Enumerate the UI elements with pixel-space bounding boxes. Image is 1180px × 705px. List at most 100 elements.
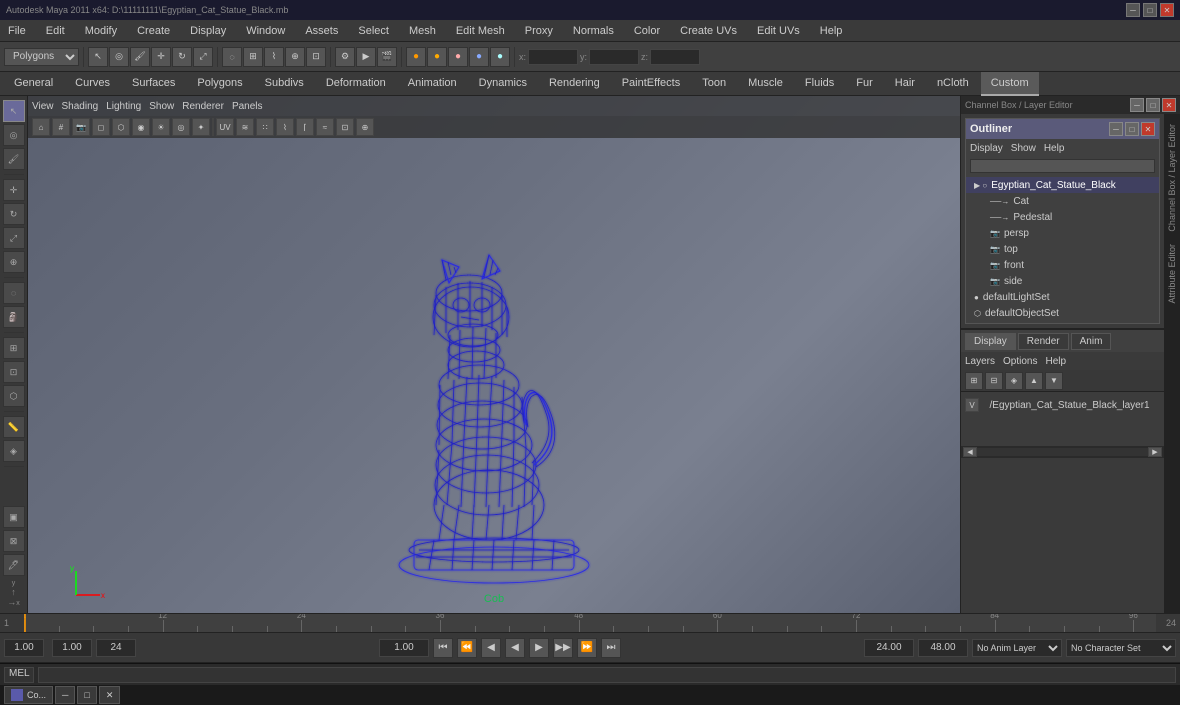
maximize-button[interactable]: □	[1143, 3, 1157, 17]
menu-edit-uvs[interactable]: Edit UVs	[753, 23, 804, 39]
taskbar-close[interactable]: ✕	[99, 686, 121, 704]
outliner-item-3[interactable]: 📷 persp	[966, 225, 1159, 241]
menu-edit[interactable]: Edit	[42, 23, 69, 39]
outliner-item-5[interactable]: 📷 front	[966, 257, 1159, 273]
dra-tab-anim[interactable]: Anim	[1071, 333, 1112, 350]
layer-item[interactable]: V /Egyptian_Cat_Statue_Black_layer1	[965, 396, 1160, 414]
lt-universal[interactable]: ⊕	[3, 251, 25, 273]
vp-tb-hair-disp[interactable]: ⌇	[276, 118, 294, 136]
vp-tb-select-mask[interactable]: ◻	[92, 118, 110, 136]
menu-help[interactable]: Help	[816, 23, 847, 39]
tb-snap-curve[interactable]: ⌇	[264, 47, 284, 67]
tab-hair[interactable]: Hair	[885, 72, 925, 96]
tb-light-2[interactable]: ●	[427, 47, 447, 67]
transport-btn-play-fwd[interactable]: ▶	[529, 638, 549, 658]
dra-menu-options[interactable]: Options	[1003, 356, 1037, 367]
tab-subdivs[interactable]: Subdivs	[255, 72, 314, 96]
vtab-channel-box[interactable]: Channel Box / Layer Editor	[1165, 118, 1179, 238]
tab-dynamics[interactable]: Dynamics	[469, 72, 537, 96]
taskbar-min[interactable]: ─	[55, 686, 75, 704]
vp-tb-camera[interactable]: 📷	[72, 118, 90, 136]
lt-surface[interactable]: ⬡	[3, 385, 25, 407]
transport-btn-goto-start[interactable]: ⏮	[433, 638, 453, 658]
tab-animation[interactable]: Animation	[398, 72, 467, 96]
tab-painteffects[interactable]: PaintEffects	[612, 72, 691, 96]
tab-deformation[interactable]: Deformation	[316, 72, 396, 96]
transport-btn-step-back[interactable]: ⏪	[457, 638, 477, 658]
tb-light-5[interactable]: ●	[490, 47, 510, 67]
minimize-button[interactable]: ─	[1126, 3, 1140, 17]
layer-tb-move-dn[interactable]: ▼	[1045, 372, 1063, 390]
tb-light-1[interactable]: ●	[406, 47, 426, 67]
transport-btn-goto-end[interactable]: ⏭	[601, 638, 621, 658]
lt-measure[interactable]: 📏	[3, 416, 25, 438]
tab-surfaces[interactable]: Surfaces	[122, 72, 185, 96]
transport-pb-end[interactable]	[918, 639, 968, 657]
vp-tb-fur-disp[interactable]: ⌈	[296, 118, 314, 136]
menu-color[interactable]: Color	[630, 23, 664, 39]
tab-general[interactable]: General	[4, 72, 63, 96]
ol-minimize[interactable]: ─	[1109, 122, 1123, 136]
tb-lasso-tool[interactable]: ◎	[109, 47, 129, 67]
vp-tb-env[interactable]: ⊕	[356, 118, 374, 136]
vp-tb-xray[interactable]: ✦	[192, 118, 210, 136]
layer-tb-move-up[interactable]: ▲	[1025, 372, 1043, 390]
lt-show-manip[interactable]: ⊞	[3, 337, 25, 359]
lt-param[interactable]: ◈	[3, 440, 25, 462]
tb-render-settings[interactable]: ⚙	[335, 47, 355, 67]
tab-polygons[interactable]: Polygons	[187, 72, 252, 96]
tb-render[interactable]: 🎬	[377, 47, 397, 67]
menu-create[interactable]: Create	[133, 23, 174, 39]
tab-curves[interactable]: Curves	[65, 72, 120, 96]
lt-ik[interactable]: ⊡	[3, 361, 25, 383]
tab-muscle[interactable]: Muscle	[738, 72, 793, 96]
taskbar-max[interactable]: □	[77, 686, 96, 704]
transport-btn-play-fwd-fast[interactable]: ⏩	[577, 638, 597, 658]
vp-menu-shading[interactable]: Shading	[62, 101, 99, 112]
tab-rendering[interactable]: Rendering	[539, 72, 610, 96]
menu-mesh[interactable]: Mesh	[405, 23, 440, 39]
tab-ncloth[interactable]: nCloth	[927, 72, 979, 96]
ol-close[interactable]: ✕	[1141, 122, 1155, 136]
tab-fur[interactable]: Fur	[846, 72, 883, 96]
vp-tb-particle[interactable]: ∷	[256, 118, 274, 136]
dra-menu-help[interactable]: Help	[1045, 356, 1066, 367]
cb-maximize[interactable]: □	[1146, 98, 1160, 112]
lt-scale[interactable]: ⤢	[3, 227, 25, 249]
layer-visibility[interactable]: V	[965, 398, 979, 412]
lt-sculpt[interactable]: 🗿	[3, 306, 25, 328]
ol-menu-show[interactable]: Show	[1011, 143, 1036, 154]
ol-maximize[interactable]: □	[1125, 122, 1139, 136]
tb-snap-view[interactable]: ⊡	[306, 47, 326, 67]
tab-fluids[interactable]: Fluids	[795, 72, 844, 96]
transport-pb-frame[interactable]	[379, 639, 429, 657]
transport-range-start[interactable]	[52, 639, 92, 657]
coord-y-input[interactable]	[589, 49, 639, 65]
outliner-item-6[interactable]: 📷 side	[966, 273, 1159, 289]
layer-tb-select[interactable]: ◈	[1005, 372, 1023, 390]
lt-select[interactable]: ↖	[3, 100, 25, 122]
vp-tb-depth[interactable]: ⊡	[336, 118, 354, 136]
transport-btn-step-fwd[interactable]: ▶▶	[553, 638, 573, 658]
transport-end[interactable]	[96, 639, 136, 657]
cb-minimize[interactable]: ─	[1130, 98, 1144, 112]
taskbar-app-btn[interactable]: Co...	[4, 686, 53, 704]
transport-pb-start[interactable]	[864, 639, 914, 657]
tb-move-tool[interactable]: ✛	[151, 47, 171, 67]
menu-create-uvs[interactable]: Create UVs	[676, 23, 741, 39]
tb-scale-tool[interactable]: ⤢	[193, 47, 213, 67]
layer-tb-new[interactable]: ⊞	[965, 372, 983, 390]
anim-layer-dropdown[interactable]: No Anim Layer	[972, 639, 1062, 657]
tb-light-3[interactable]: ●	[448, 47, 468, 67]
vp-tb-lit[interactable]: ☀	[152, 118, 170, 136]
vp-tb-smooth[interactable]: ◉	[132, 118, 150, 136]
timeline-ruler[interactable]: 11224364860728496	[24, 614, 1156, 632]
menu-proxy[interactable]: Proxy	[521, 23, 557, 39]
char-set-dropdown[interactable]: No Character Set	[1066, 639, 1176, 657]
tb-select-tool[interactable]: ↖	[88, 47, 108, 67]
coord-x-input[interactable]	[528, 49, 578, 65]
menu-window[interactable]: Window	[242, 23, 289, 39]
menu-edit-mesh[interactable]: Edit Mesh	[452, 23, 509, 39]
lt-channel-box[interactable]: ⊠	[3, 530, 25, 552]
tb-ipr[interactable]: ▶	[356, 47, 376, 67]
